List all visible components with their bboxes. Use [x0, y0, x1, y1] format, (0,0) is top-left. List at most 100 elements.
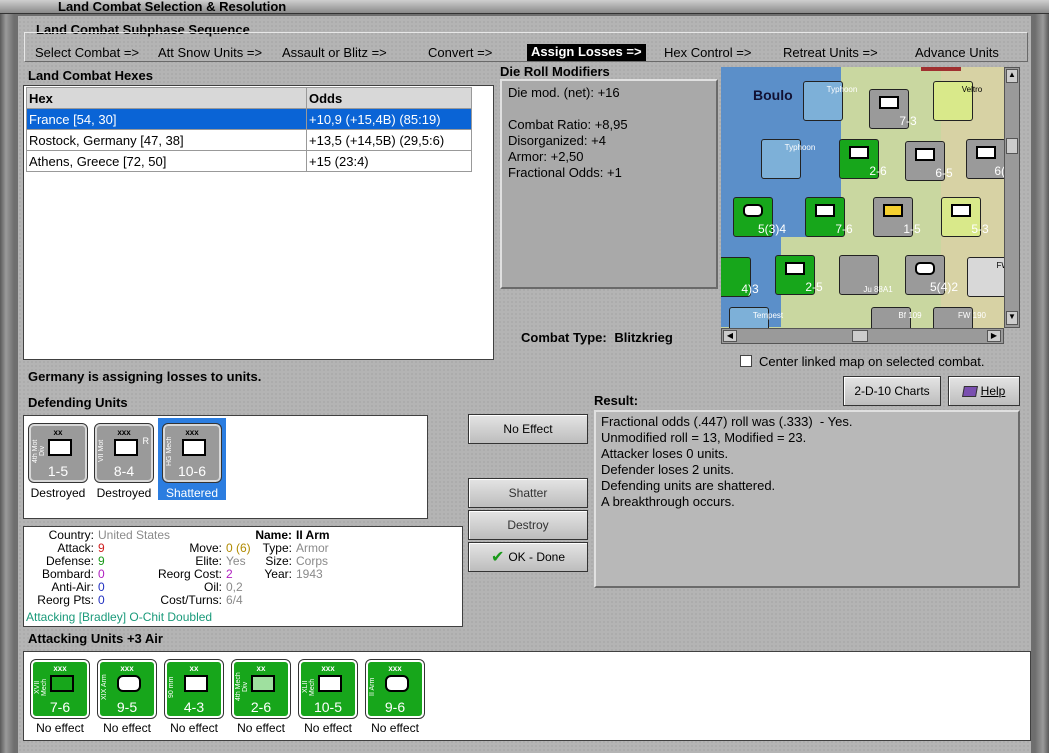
modifier-line: Disorganized: +4: [508, 133, 606, 148]
map-counter[interactable]: 7-6: [805, 197, 853, 237]
defending-unit-status: Shattered: [165, 486, 219, 500]
combat-map[interactable]: Boulo Typhoon 7-3 Veltro Typhoon 2-6 6-5…: [721, 67, 1004, 328]
scroll-right-icon[interactable]: ▶: [987, 330, 1001, 342]
attacking-unit-status: No effect: [36, 721, 84, 735]
phase-hex-control[interactable]: Hex Control =>: [664, 45, 751, 60]
phase-convert[interactable]: Convert =>: [428, 45, 492, 60]
modifier-line: Die mod. (net): +16: [508, 85, 620, 100]
map-counter[interactable]: 5(4)2: [905, 255, 958, 295]
attacking-unit-status: No effect: [304, 721, 352, 735]
hex-cell: Athens, Greece [72, 50]: [26, 150, 307, 172]
phase-assault-or-blitz[interactable]: Assault or Blitz =>: [282, 45, 387, 60]
attacking-unit-counter[interactable]: xxx II Arm 9-6: [365, 659, 425, 719]
map-counter-aircraft[interactable]: Tempest: [729, 307, 783, 328]
center-map-checkbox[interactable]: [740, 355, 752, 367]
country-value: United States: [98, 528, 171, 542]
scroll-thumb[interactable]: [1006, 138, 1018, 154]
defending-unit-status: Destroyed: [30, 486, 86, 500]
defending-unit-counter[interactable]: xxx VII Mot 8-4 R: [94, 423, 154, 483]
modifiers-panel: Die mod. (net): +16 Combat Ratio: +8,95 …: [500, 79, 718, 289]
defending-heading: Defending Units: [28, 395, 128, 410]
defending-unit-counter[interactable]: xx 4th Mot Div 1-5: [28, 423, 88, 483]
infantry-symbol-icon: [114, 439, 138, 456]
help-button-label: Help: [980, 384, 1006, 398]
map-counter-aircraft[interactable]: Typhoon: [803, 81, 857, 121]
mech-symbol-icon: [318, 675, 342, 692]
ok-done-label: OK - Done: [508, 550, 566, 564]
attacking-unit-counter[interactable]: xxx XLII Mech 10-5: [298, 659, 358, 719]
map-counter-aircraft[interactable]: Bf 109: [871, 307, 922, 328]
map-counter[interactable]: 6-5: [905, 141, 953, 181]
unit-note: Attacking [Bradley] O-Chit Doubled: [26, 610, 213, 624]
map-counter-aircraft[interactable]: Typhoon: [761, 139, 815, 179]
no-effect-label: No Effect: [503, 422, 553, 436]
phase-assign-losses[interactable]: Assign Losses =>: [527, 44, 646, 61]
phase-advance-units[interactable]: Advance Units: [915, 45, 999, 60]
map-counter[interactable]: 5-3: [941, 197, 989, 237]
scroll-up-icon[interactable]: ▲: [1006, 69, 1018, 83]
scroll-down-icon[interactable]: ▼: [1006, 311, 1018, 325]
odds-cell: +10,9 (+15,4B) (85:19): [306, 108, 472, 130]
modifier-line: Armor: +2,50: [508, 149, 584, 164]
map-vertical-scrollbar[interactable]: ▲ ▼: [1004, 67, 1020, 328]
shatter-button[interactable]: Shatter: [468, 478, 588, 508]
attacking-unit-counter[interactable]: xxx XVII Mech 7-6: [30, 659, 90, 719]
map-counter-selected[interactable]: 1-5: [873, 197, 921, 237]
destroy-button[interactable]: Destroy: [468, 510, 588, 540]
map-counter-aircraft[interactable]: Veltro: [933, 81, 982, 121]
map-counter[interactable]: 2-5: [775, 255, 823, 295]
table-row[interactable]: Athens, Greece [72, 50] +15 (23:4): [26, 150, 472, 172]
phase-retreat-units[interactable]: Retreat Units =>: [783, 45, 878, 60]
title-bar: Land Combat Selection & Resolution: [0, 0, 1049, 14]
map-counter[interactable]: 6(3): [966, 139, 1004, 179]
costturns-label: Cost/Turns:: [160, 593, 222, 607]
result-line: Defender loses 2 units.: [601, 462, 734, 477]
attacking-unit-counter[interactable]: xx 90 mm 4-3: [164, 659, 224, 719]
reorgpts-label: Reorg Pts:: [37, 593, 94, 607]
modifier-line: Fractional Odds: +1: [508, 165, 622, 180]
scroll-left-icon[interactable]: ◀: [723, 330, 737, 342]
column-header-hex[interactable]: Hex: [26, 87, 307, 109]
map-counter[interactable]: 5(3)4: [733, 197, 786, 237]
table-row[interactable]: France [54, 30] +10,9 (+15,4B) (85:19): [26, 108, 472, 130]
combat-type-value: Blitzkrieg: [614, 330, 673, 345]
ok-done-button[interactable]: ✔ OK - Done: [468, 542, 588, 572]
attacking-unit-status: No effect: [170, 721, 218, 735]
defending-unit-counter-selected[interactable]: xxx HG Mech 10-6: [162, 423, 222, 483]
result-line: Fractional odds (.447) roll was (.333) -…: [601, 414, 853, 429]
column-header-odds[interactable]: Odds: [306, 87, 472, 109]
map-counter-aircraft[interactable]: FW 190: [933, 307, 986, 328]
hexes-table: Hex Odds France [54, 30] +10,9 (+15,4B) …: [26, 87, 472, 172]
scroll-thumb[interactable]: [852, 330, 868, 342]
charts-button-label: 2-D-10 Charts: [854, 384, 930, 398]
help-book-icon: [961, 385, 978, 397]
defending-unit-status: Destroyed: [96, 486, 152, 500]
window-title: Land Combat Selection & Resolution: [58, 0, 287, 14]
hex-cell: France [54, 30]: [26, 108, 307, 130]
unit-info-panel: Country: United States Attack: 9 Defense: 9…: [23, 526, 463, 627]
help-button[interactable]: Help: [948, 376, 1020, 406]
phase-select-combat[interactable]: Select Combat =>: [35, 45, 139, 60]
phase-att-snow-units[interactable]: Att Snow Units =>: [158, 45, 262, 60]
attacking-unit-status: No effect: [371, 721, 419, 735]
attacking-unit-counter[interactable]: xx 4th Mech Div 2-6: [231, 659, 291, 719]
no-effect-button[interactable]: No Effect: [468, 414, 588, 444]
artillery-symbol-icon: [184, 675, 208, 692]
map-counter[interactable]: 2-6: [839, 139, 887, 179]
map-horizontal-scrollbar[interactable]: ◀ ▶: [721, 328, 1004, 344]
mech-symbol-icon: [182, 439, 206, 456]
reserve-flag: R: [142, 436, 150, 446]
attacking-unit-status: No effect: [237, 721, 285, 735]
map-town-label: Boulo: [753, 87, 793, 103]
map-counter[interactable]: 7-3: [869, 89, 917, 129]
result-line: Attacker loses 0 units.: [601, 446, 729, 461]
attacking-unit-counter[interactable]: xxx XIX Arm 9-5: [97, 659, 157, 719]
combat-type-label: Combat Type:: [521, 330, 607, 345]
map-counter-aircraft[interactable]: FW 1: [967, 257, 1004, 297]
charts-button[interactable]: 2-D-10 Charts: [843, 376, 941, 406]
result-line: Unmodified roll = 13, Modified = 23.: [601, 430, 807, 445]
modifier-line: Combat Ratio: +8,95: [508, 117, 628, 132]
map-counter[interactable]: 4)3: [721, 257, 759, 297]
map-counter-aircraft[interactable]: Ju 88A1: [839, 255, 893, 295]
table-row[interactable]: Rostock, Germany [47, 38] +13,5 (+14,5B)…: [26, 129, 472, 151]
